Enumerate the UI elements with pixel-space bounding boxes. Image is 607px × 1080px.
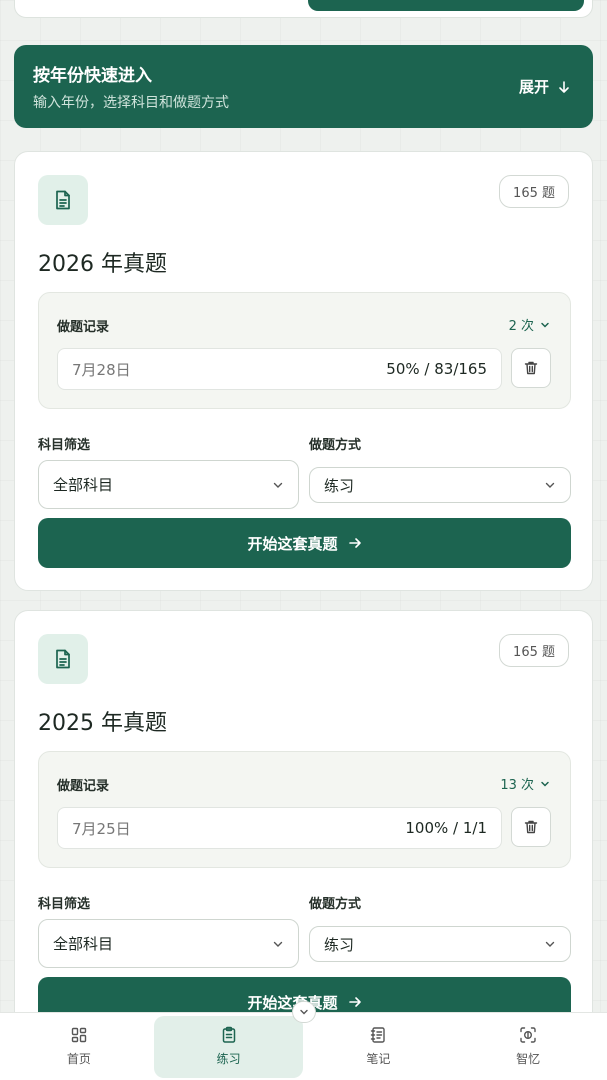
mode-label: 做题方式 <box>309 438 362 453</box>
mode-select[interactable]: 练习 <box>309 926 571 962</box>
delete-record-button[interactable] <box>511 348 551 388</box>
start-exam-button[interactable]: 开始这套真题 <box>38 518 571 568</box>
previous-card-button[interactable] <box>308 0 584 11</box>
subject-select[interactable]: 全部科目 <box>38 460 299 509</box>
nav-label-home: 首页 <box>66 1052 91 1066</box>
record-times-label: 2 次 <box>508 319 534 334</box>
question-count-badge: 165 题 <box>499 634 569 667</box>
year-quick-entry-banner[interactable]: 按年份快速进入 输入年份，选择科目和做题方式 展开 <box>14 45 593 128</box>
record-date: 7月25日 <box>72 819 131 838</box>
banner-subtitle: 输入年份，选择科目和做题方式 <box>33 95 229 111</box>
start-exam-label: 开始这套真题 <box>247 534 338 553</box>
record-box: 做题记录 13 次 7月25日 100% / 1/1 <box>38 751 571 868</box>
subject-select-value: 全部科目 <box>53 935 114 953</box>
arrow-right-icon <box>348 997 361 1007</box>
record-times-label: 13 次 <box>500 778 534 793</box>
exam-card-2026: 165 题 2026 年真题 做题记录 2 次 7月28日 50% / 83/1… <box>14 151 593 591</box>
notebook-icon <box>371 1027 386 1043</box>
chevron-down-icon <box>273 941 283 947</box>
subject-select-value: 全部科目 <box>53 476 114 494</box>
arrow-down-icon <box>559 80 569 93</box>
mode-select[interactable]: 练习 <box>309 467 571 503</box>
subject-filter-label: 科目筛选 <box>38 897 91 912</box>
delete-record-button[interactable] <box>511 807 551 847</box>
trash-icon <box>524 361 538 375</box>
chevron-down-icon <box>541 781 549 787</box>
record-progress: 100% / 1/1 <box>405 819 487 837</box>
trash-icon <box>524 820 538 834</box>
arrow-right-icon <box>348 538 361 548</box>
record-entry[interactable]: 7月28日 50% / 83/165 <box>57 348 502 390</box>
banner-title: 按年份快速进入 <box>33 66 152 86</box>
expand-button[interactable]: 展开 <box>519 76 571 97</box>
previous-card <box>14 0 593 18</box>
expand-label: 展开 <box>518 78 549 96</box>
document-icon <box>38 634 88 684</box>
chevron-down-icon <box>545 482 555 488</box>
record-entry[interactable]: 7月25日 100% / 1/1 <box>57 807 502 849</box>
record-times-toggle[interactable]: 13 次 <box>500 774 550 793</box>
nav-item-memory[interactable]: 智忆 <box>454 1016 603 1078</box>
scan-brain-icon <box>520 1027 536 1043</box>
card-title: 2025 年真题 <box>38 711 167 736</box>
record-date: 7月28日 <box>72 360 131 379</box>
clipboard-icon <box>222 1026 235 1043</box>
collapse-nav-button[interactable] <box>292 1001 316 1023</box>
mode-select-value: 练习 <box>324 476 355 495</box>
chevron-down-icon <box>300 1009 308 1015</box>
exam-card-2025: 165 题 2025 年真题 做题记录 13 次 7月25日 100% / 1/… <box>14 610 593 1050</box>
record-label: 做题记录 <box>57 320 110 335</box>
nav-item-notes[interactable]: 笔记 <box>304 1016 453 1078</box>
document-icon <box>38 175 88 225</box>
nav-item-home[interactable]: 首页 <box>4 1016 153 1078</box>
banner-text: 按年份快速进入 输入年份，选择科目和做题方式 <box>33 61 229 112</box>
nav-label-notes: 笔记 <box>366 1052 391 1066</box>
record-box: 做题记录 2 次 7月28日 50% / 83/165 <box>38 292 571 409</box>
mode-label: 做题方式 <box>309 897 362 912</box>
chevron-down-icon <box>545 941 555 947</box>
mode-select-value: 练习 <box>324 935 355 954</box>
card-title: 2026 年真题 <box>38 252 167 277</box>
record-label: 做题记录 <box>57 779 110 794</box>
record-times-toggle[interactable]: 2 次 <box>509 315 550 334</box>
nav-label-memory: 智忆 <box>516 1052 541 1066</box>
record-progress: 50% / 83/165 <box>386 360 487 378</box>
nav-item-practice[interactable]: 练习 <box>154 1015 304 1078</box>
chevron-down-icon <box>273 482 283 488</box>
question-count-badge: 165 题 <box>499 175 569 208</box>
subject-filter-label: 科目筛选 <box>38 438 91 453</box>
chevron-down-icon <box>541 322 549 328</box>
nav-label-practice: 练习 <box>216 1052 241 1066</box>
subject-select[interactable]: 全部科目 <box>38 919 299 968</box>
grid-icon <box>71 1027 87 1043</box>
